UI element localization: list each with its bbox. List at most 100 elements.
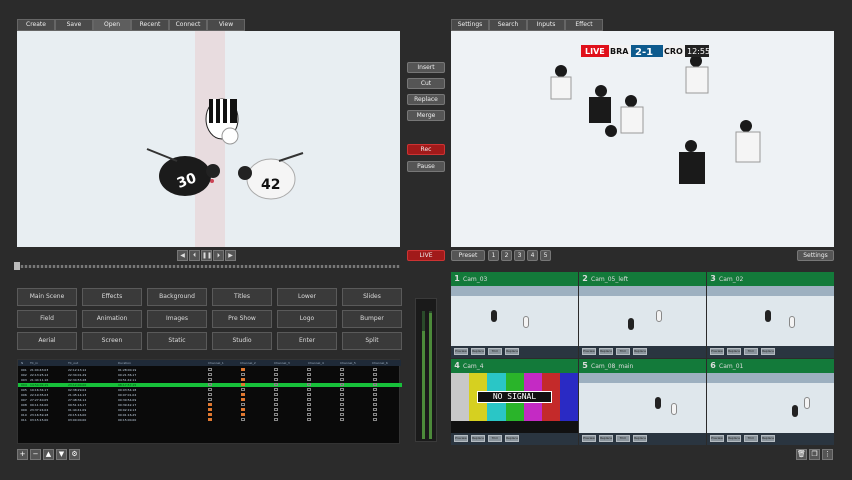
rec-button[interactable]: Rec xyxy=(407,144,445,155)
camera-preview-button[interactable]: Preview xyxy=(710,348,724,355)
macro-screen-button[interactable]: Screen xyxy=(82,332,142,350)
channel-marker[interactable] xyxy=(373,403,377,406)
more-icon[interactable]: ⋮ xyxy=(822,449,833,460)
camera-replace-button[interactable]: Replace xyxy=(761,348,775,355)
settings-button[interactable]: Settings xyxy=(797,250,834,261)
camera-trim-button[interactable]: Trim xyxy=(488,435,502,442)
macro-studio-button[interactable]: Studio xyxy=(212,332,272,350)
macro-split-button[interactable]: Split xyxy=(342,332,402,350)
channel-marker[interactable] xyxy=(274,418,278,421)
channel-marker[interactable] xyxy=(208,368,212,371)
channel-marker[interactable] xyxy=(241,388,245,391)
channel-marker[interactable] xyxy=(373,368,377,371)
channel-marker[interactable] xyxy=(373,388,377,391)
program-monitor[interactable]: LIVE BRA 2-1 CRO 12:55 xyxy=(451,31,834,247)
channel-marker[interactable] xyxy=(307,398,311,401)
channel-marker[interactable] xyxy=(208,373,212,376)
camera-replace-button[interactable]: Replace xyxy=(505,435,519,442)
channel-marker[interactable] xyxy=(340,383,344,386)
preset-label-button[interactable]: Preset xyxy=(451,250,485,261)
camera-replace-button[interactable]: Replace xyxy=(633,435,647,442)
rewind-button[interactable]: ◀ xyxy=(177,250,188,261)
channel-marker[interactable] xyxy=(241,418,245,421)
channel-marker[interactable] xyxy=(274,408,278,411)
channel-marker[interactable] xyxy=(241,403,245,406)
camera-replace-button[interactable]: Replace xyxy=(761,435,775,442)
macro-bumper-button[interactable]: Bumper xyxy=(342,310,402,328)
channel-marker[interactable] xyxy=(241,378,245,381)
camera-feed[interactable] xyxy=(707,286,834,346)
right-tab-settings[interactable]: Settings xyxy=(451,19,489,31)
camera-preview-button[interactable]: Preview xyxy=(582,435,596,442)
channel-marker[interactable] xyxy=(373,408,377,411)
camera-replace-button[interactable]: Replace xyxy=(471,348,485,355)
camera-preview-button[interactable]: Preview xyxy=(454,435,468,442)
channel-marker[interactable] xyxy=(274,378,278,381)
camera-tile-5[interactable]: 5 Cam_08_main Preview Replace Trim Replace xyxy=(579,359,706,445)
macro-images-button[interactable]: Images xyxy=(147,310,207,328)
preset-3-button[interactable]: 3 xyxy=(514,250,525,261)
menu-tab-recent[interactable]: Recent xyxy=(131,19,169,31)
fast-forward-button[interactable]: ▶ xyxy=(225,250,236,261)
channel-marker[interactable] xyxy=(340,403,344,406)
camera-trim-button[interactable]: Trim xyxy=(616,435,630,442)
channel-marker[interactable] xyxy=(208,383,212,386)
camera-tile-2[interactable]: 2 Cam_05_left Preview Replace Trim Replace xyxy=(579,272,706,358)
menu-tab-create[interactable]: Create xyxy=(17,19,55,31)
step-forward-button[interactable]: ⏵ xyxy=(213,250,224,261)
move-up-button[interactable]: ▲ xyxy=(43,449,54,460)
camera-preview-button[interactable]: Preview xyxy=(710,435,724,442)
channel-marker[interactable] xyxy=(241,368,245,371)
macro-field-button[interactable]: Field xyxy=(17,310,77,328)
channel-marker[interactable] xyxy=(307,378,311,381)
camera-replace-button[interactable]: Replace xyxy=(599,435,613,442)
channel-marker[interactable] xyxy=(340,418,344,421)
camera-tile-6[interactable]: 6 Cam_01 Preview Replace Trim Replace xyxy=(707,359,834,445)
channel-marker[interactable] xyxy=(241,408,245,411)
channel-marker[interactable] xyxy=(241,383,245,386)
macro-main-scene-button[interactable]: Main Scene xyxy=(17,288,77,306)
channel-marker[interactable] xyxy=(307,418,311,421)
channel-marker[interactable] xyxy=(340,378,344,381)
camera-trim-button[interactable]: Trim xyxy=(488,348,502,355)
channel-marker[interactable] xyxy=(373,398,377,401)
channel-marker[interactable] xyxy=(307,393,311,396)
macro-titles-button[interactable]: Titles xyxy=(212,288,272,306)
camera-trim-button[interactable]: Trim xyxy=(616,348,630,355)
camera-replace-button[interactable]: Replace xyxy=(599,348,613,355)
channel-marker[interactable] xyxy=(307,403,311,406)
channel-marker[interactable] xyxy=(274,383,278,386)
right-tab-inputs[interactable]: Inputs xyxy=(527,19,565,31)
channel-marker[interactable] xyxy=(307,368,311,371)
camera-replace-button[interactable]: Replace xyxy=(727,348,741,355)
table-row[interactable]: 001 21:04:43.03 22:12:13.12 01:28:00.19 xyxy=(18,368,402,372)
macro-slides-button[interactable]: Slides xyxy=(342,288,402,306)
camera-feed[interactable]: NO SIGNAL xyxy=(451,373,578,433)
right-tab-search[interactable]: Search xyxy=(489,19,527,31)
camera-trim-button[interactable]: Trim xyxy=(744,435,758,442)
trash-icon[interactable]: 🗑 xyxy=(796,449,807,460)
menu-tab-connect[interactable]: Connect xyxy=(169,19,207,31)
channel-marker[interactable] xyxy=(208,388,212,391)
macro-pre-show-button[interactable]: Pre Show xyxy=(212,310,272,328)
preset-4-button[interactable]: 4 xyxy=(527,250,538,261)
move-down-button[interactable]: ▼ xyxy=(56,449,67,460)
channel-marker[interactable] xyxy=(373,413,377,416)
channel-marker[interactable] xyxy=(307,383,311,386)
remove-button[interactable]: − xyxy=(30,449,41,460)
channel-marker[interactable] xyxy=(208,413,212,416)
channel-marker[interactable] xyxy=(208,408,212,411)
channel-marker[interactable] xyxy=(307,408,311,411)
channel-marker[interactable] xyxy=(340,408,344,411)
channel-marker[interactable] xyxy=(208,378,212,381)
macro-aerial-button[interactable]: Aerial xyxy=(17,332,77,350)
channel-marker[interactable] xyxy=(340,393,344,396)
scrub-bar[interactable] xyxy=(17,265,400,268)
channel-marker[interactable] xyxy=(307,373,311,376)
channel-marker[interactable] xyxy=(274,393,278,396)
macro-background-button[interactable]: Background xyxy=(147,288,207,306)
channel-marker[interactable] xyxy=(274,368,278,371)
preview-monitor[interactable]: 30 42 xyxy=(17,31,400,247)
macro-logo-button[interactable]: Logo xyxy=(277,310,337,328)
channel-marker[interactable] xyxy=(373,418,377,421)
